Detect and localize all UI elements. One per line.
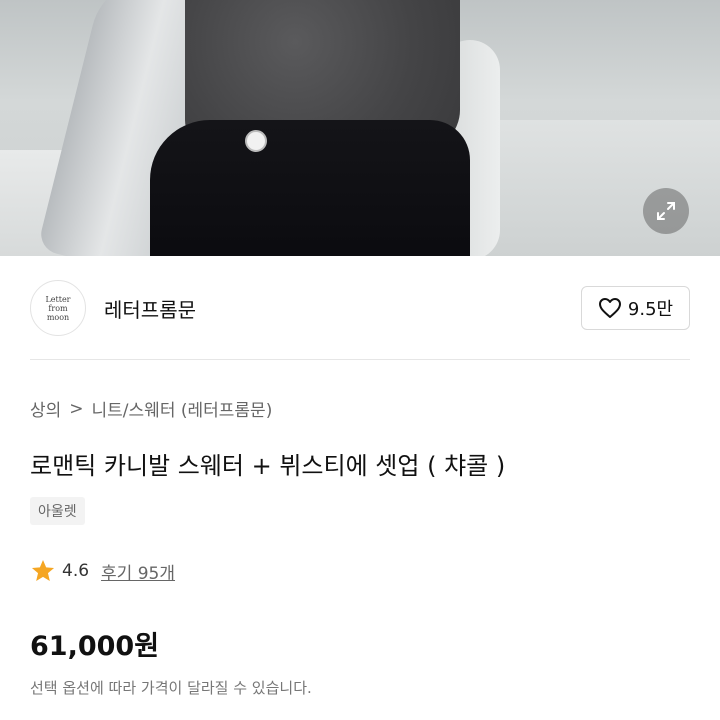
breadcrumb-category[interactable]: 상의 [30,396,61,421]
review-count-link[interactable]: 후기 95개 [101,559,175,584]
brand-logo-text-3: moon [46,312,70,322]
photo-pants-button [245,130,267,152]
brand-row: Letter from moon 레터프롬문 9.5만 [0,256,720,360]
like-button[interactable]: 9.5만 [581,286,690,330]
rating-row: 4.6 후기 95개 [30,558,175,584]
product-title: 로맨틱 카니발 스웨터 + 뷔스티에 셋업 ( 챠콜 ) [30,452,506,480]
brand-logo-text-1: Letter [45,294,71,304]
rating-value: 4.6 [62,561,90,581]
brand-logo-text-2: from [48,303,68,313]
star-icon [31,559,55,581]
like-count: 9.5만 [627,299,674,320]
brand-logo[interactable]: Letter from moon [30,280,86,336]
breadcrumb-subcategory[interactable]: 니트/스웨터 (레터프롬문) [92,396,273,421]
expand-image-button[interactable] [643,188,689,234]
photo-pants [150,120,470,256]
breadcrumb-separator: > [69,398,84,419]
brand-name[interactable]: 레터프롬문 [104,294,196,323]
outlet-badge: 아울렛 [30,497,85,525]
price-note: 선택 옵션에 따라 가격이 달라질 수 있습니다. [30,679,312,697]
breadcrumb: 상의 > 니트/스웨터 (레터프롬문) [30,396,273,422]
heart-outline-icon [598,298,621,318]
product-image[interactable] [0,0,720,256]
expand-icon [657,202,675,220]
divider [30,359,690,360]
product-price: 61,000원 [30,631,160,662]
